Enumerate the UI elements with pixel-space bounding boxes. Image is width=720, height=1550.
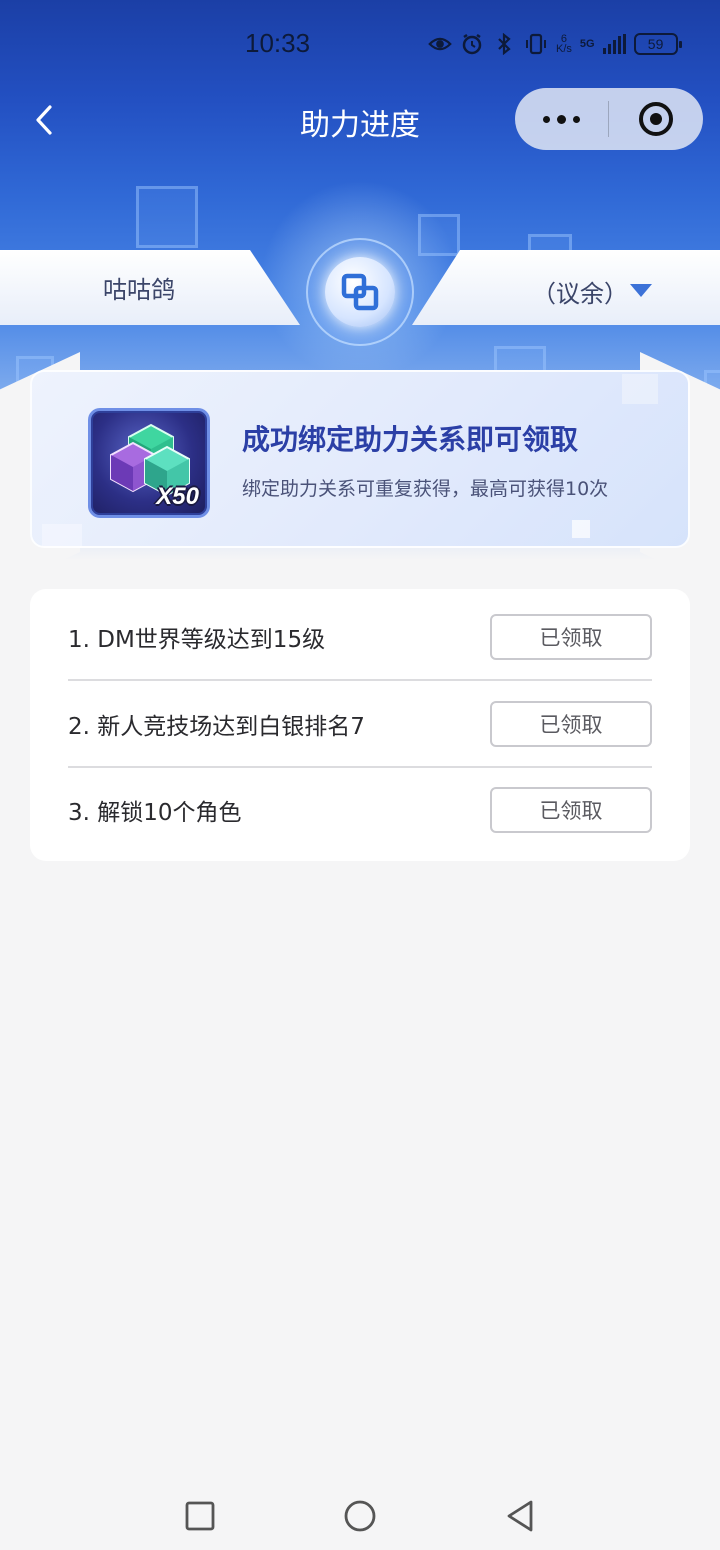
mini-program-capsule [515,88,703,150]
signal-icon [602,34,626,54]
banner-square [136,186,198,248]
system-nav-bar [0,1480,720,1550]
circle-icon [344,1500,376,1532]
decor-square [42,524,82,546]
dot-icon [573,115,580,123]
task-text: 1. DM世界等级达到15级 [68,627,326,653]
recents-button[interactable] [178,1494,222,1538]
network-type: 5G [579,38,595,50]
status-time: 10:33 [245,28,311,58]
decor-square [572,520,590,538]
back-button[interactable] [22,96,66,144]
bluetooth-icon [492,32,516,56]
triangle-back-icon [507,1500,533,1532]
status-icons: 6 K/s 5G 59 [428,30,682,58]
reward-quantity: X50 [156,483,199,510]
eye-icon [428,32,452,56]
role-name: （议余） [532,280,628,308]
task-list: 1. DM世界等级达到15级 已领取 2. 新人竞技场达到白银排名7 已领取 3… [30,589,690,861]
dot-icon [543,115,550,123]
target-icon [638,102,673,136]
claimed-button[interactable]: 已领取 [490,787,652,833]
home-button[interactable] [338,1494,382,1538]
close-button[interactable] [609,88,702,150]
battery-icon: 59 [633,33,682,55]
task-text: 2. 新人竞技场达到白银排名7 [68,714,365,740]
role-selector[interactable]: （议余） [412,250,720,325]
reward-subtitle: 绑定助力关系可重复获得，最高可获得10次 [242,478,609,500]
claimed-button[interactable]: 已领取 [490,614,652,660]
link-icon [325,257,395,327]
helper-panel: 咕咕鸽 [0,250,300,325]
link-badge [306,238,414,346]
speed-unit: K/s [556,43,572,55]
back-nav-button[interactable] [498,1494,542,1538]
status-bar: 10:33 6 K/s 5G 59 [0,22,720,66]
task-row: 2. 新人竞技场达到白银排名7 已领取 [68,682,652,768]
gem-reward-icon: X50 [88,408,210,518]
dot-icon [557,114,566,124]
task-row: 1. DM世界等级达到15级 已领取 [68,595,652,681]
dropdown-arrow-icon [630,284,652,297]
reward-title: 成功绑定助力关系即可领取 [242,423,579,456]
task-row: 3. 解锁10个角色 已领取 [68,767,652,853]
reward-card: X50 成功绑定助力关系即可领取 绑定助力关系可重复获得，最高可获得10次 [30,370,690,548]
chevron-left-icon [36,105,52,135]
helper-name: 咕咕鸽 [103,276,175,304]
banner-square [418,214,460,256]
more-button[interactable] [515,88,608,150]
battery-level: 59 [647,36,664,52]
claimed-button[interactable]: 已领取 [490,701,652,747]
decor-square [622,374,658,404]
vibrate-icon [524,32,548,56]
square-icon [185,1501,215,1531]
network-speed: 6 K/s [556,34,572,55]
alarm-icon [460,32,484,56]
task-text: 3. 解锁10个角色 [68,800,242,826]
